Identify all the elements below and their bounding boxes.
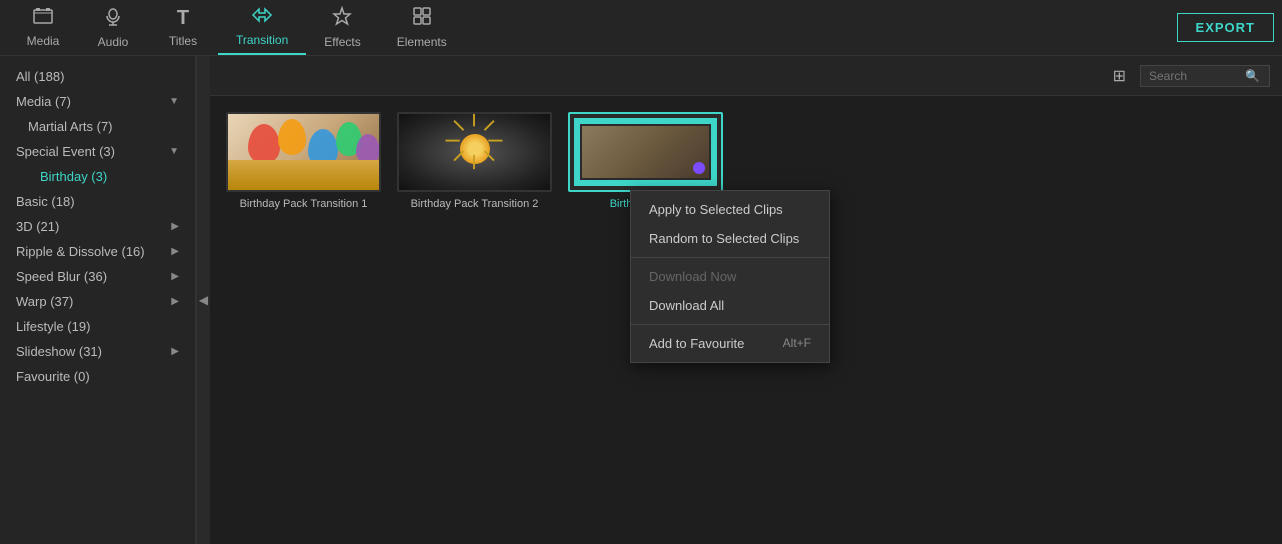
chevron-right-icon: ▶ (171, 296, 179, 307)
audio-icon (104, 6, 122, 31)
sidebar-item-basic[interactable]: Basic (18) (0, 189, 195, 214)
effects-icon (332, 6, 352, 31)
thumbnail-1 (226, 112, 381, 192)
ctx-random-selected[interactable]: Random to Selected Clips (631, 224, 829, 253)
nav-effects-label: Effects (324, 35, 360, 49)
nav-transition-label: Transition (236, 33, 288, 47)
sidebar-item-3d[interactable]: 3D (21) ▶ (0, 214, 195, 239)
sidebar-item-media[interactable]: Media (7) ▼ (0, 89, 195, 114)
media-icon (33, 7, 53, 30)
nav-transition[interactable]: Transition (218, 0, 306, 55)
search-icon: 🔍 (1245, 69, 1260, 83)
titles-icon: T (177, 7, 189, 30)
ctx-download-now: Download Now (631, 262, 829, 291)
grid-item-2[interactable]: Birthday Pack Transition 2 (397, 112, 552, 528)
chevron-right-icon: ▶ (171, 246, 179, 257)
chevron-down-icon: ▼ (169, 146, 179, 157)
chevron-down-icon: ▼ (169, 96, 179, 107)
sidebar-item-birthday[interactable]: Birthday (3) (0, 164, 195, 189)
search-input[interactable] (1149, 69, 1239, 83)
nav-audio-label: Audio (98, 35, 129, 49)
sidebar-item-special-event[interactable]: Special Event (3) ▼ (0, 139, 195, 164)
chevron-right-icon: ▶ (171, 221, 179, 232)
sidebar-item-speed-blur[interactable]: Speed Blur (36) ▶ (0, 264, 195, 289)
grid-view-button[interactable]: ⊞ (1107, 64, 1132, 88)
nav-effects[interactable]: Effects (306, 0, 378, 55)
context-menu: Apply to Selected Clips Random to Select… (630, 190, 830, 363)
ctx-apply-selected[interactable]: Apply to Selected Clips (631, 195, 829, 224)
sidebar-item-lifestyle[interactable]: Lifestyle (19) (0, 314, 195, 339)
chevron-right-icon: ▶ (171, 346, 179, 357)
sidebar-item-ripple[interactable]: Ripple & Dissolve (16) ▶ (0, 239, 195, 264)
ctx-add-favourite[interactable]: Add to Favourite Alt+F (631, 329, 829, 358)
chevron-right-icon: ▶ (171, 271, 179, 282)
thumbnail-2 (397, 112, 552, 192)
sidebar-item-favourite[interactable]: Favourite (0) (0, 364, 195, 389)
collapse-panel-button[interactable]: ◀ (196, 56, 210, 544)
item-label-1: Birthday Pack Transition 1 (240, 198, 368, 210)
sidebar: All (188) Media (7) ▼ Martial Arts (7) S… (0, 56, 196, 544)
transition-icon (251, 6, 273, 29)
sidebar-item-all[interactable]: All (188) (0, 64, 195, 89)
nav-elements[interactable]: Elements (379, 0, 465, 55)
context-menu-separator-1 (631, 257, 829, 258)
nav-elements-label: Elements (397, 35, 447, 49)
nav-titles[interactable]: T Titles (148, 1, 218, 54)
thumbnail-3 (568, 112, 723, 192)
sidebar-item-slideshow[interactable]: Slideshow (31) ▶ (0, 339, 195, 364)
content-toolbar: ⊞ 🔍 (210, 56, 1282, 96)
grid-item-1[interactable]: Birthday Pack Transition 1 (226, 112, 381, 528)
sidebar-item-martial-arts[interactable]: Martial Arts (7) (0, 114, 195, 139)
nav-titles-label: Titles (169, 34, 197, 48)
top-nav: Media Audio T Titles Transition Effects … (0, 0, 1282, 56)
ctx-download-all[interactable]: Download All (631, 291, 829, 320)
sidebar-item-warp[interactable]: Warp (37) ▶ (0, 289, 195, 314)
search-box: 🔍 (1140, 65, 1270, 87)
context-menu-separator-2 (631, 324, 829, 325)
export-button[interactable]: EXPORT (1177, 13, 1274, 42)
grid-icon: ⊞ (1113, 68, 1126, 85)
item-label-2: Birthday Pack Transition 2 (411, 198, 539, 210)
elements-icon (412, 6, 432, 31)
collapse-icon: ◀ (199, 293, 208, 307)
nav-audio[interactable]: Audio (78, 0, 148, 55)
nav-media-label: Media (27, 34, 60, 48)
nav-media[interactable]: Media (8, 1, 78, 54)
